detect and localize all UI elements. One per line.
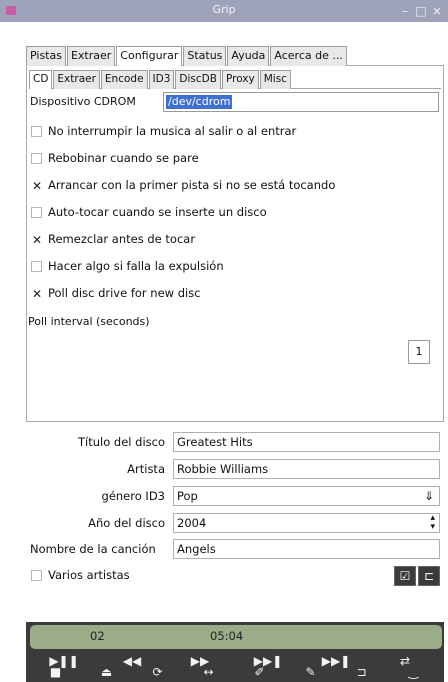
minimize-button[interactable]: – [398, 4, 412, 18]
option-checkbox-7[interactable]: ✕ [31, 288, 43, 300]
subtab-proxy[interactable]: Proxy [221, 70, 259, 89]
subtab-extraer[interactable]: Extraer [53, 70, 100, 89]
option-label-2: Rebobinar cuando se pare [48, 151, 199, 165]
genre-select[interactable]: Pop ⇓ [173, 486, 440, 506]
tab-ayuda[interactable]: Ayuda [227, 46, 270, 66]
toggle-view-icon[interactable]: ⊐ [336, 663, 387, 682]
poll-interval-label: Poll interval (seconds) [28, 315, 150, 328]
disc-title-label: Título del disco [78, 435, 165, 449]
tab-status[interactable]: Status [183, 46, 227, 66]
year-field[interactable]: 2004 ▴ ▾ [173, 513, 440, 533]
track-time: 05:04 [210, 629, 244, 643]
window-title: Grip [212, 3, 236, 16]
option-label-3: Arrancar con la primer pista si no se es… [48, 178, 336, 192]
song-name-field[interactable]: Angels [173, 539, 440, 559]
subtab-misc[interactable]: Misc [259, 70, 291, 89]
repeat-icon[interactable]: ⟳ [132, 663, 183, 682]
eject-icon[interactable]: ⏏ [81, 663, 132, 682]
artist-field[interactable]: Robbie Williams [173, 459, 440, 479]
spinner-arrows-icon: ▴ ▾ [430, 513, 435, 532]
track-number: 02 [90, 629, 105, 643]
stop-icon[interactable]: ■ [30, 663, 81, 682]
option-checkbox-1[interactable] [31, 126, 42, 137]
genre-value: Pop [177, 489, 198, 503]
tab-extraer[interactable]: Extraer [66, 46, 116, 66]
option-label-1: No interrumpir la musica al salir o al e… [48, 124, 297, 138]
option-label-5: Remezclar antes de tocar [48, 232, 196, 246]
tab-configurar[interactable]: Configurar [116, 46, 183, 66]
option-checkbox-5[interactable]: ✕ [31, 234, 43, 246]
year-value: 2004 [177, 516, 207, 530]
minimize-player-icon[interactable]: ‿ [387, 663, 440, 682]
device-label: Dispositivo CDROM [30, 95, 136, 108]
option-checkbox-2[interactable] [31, 153, 42, 164]
option-label-6: Hacer algo si falla la expulsión [48, 259, 224, 273]
tab-acerca-de[interactable]: Acerca de ... [270, 46, 347, 66]
playlist-icon[interactable]: ↔ [183, 663, 234, 682]
device-value: /dev/cdrom [166, 95, 233, 109]
disc-title-field[interactable]: Greatest Hits [173, 432, 440, 452]
subtab-encode[interactable]: Encode [100, 70, 148, 89]
maximize-button[interactable]: □ [414, 4, 428, 18]
dropdown-arrow-icon: ⇓ [423, 489, 434, 503]
song-name-label: Nombre de la canción [30, 542, 156, 556]
option-checkbox-3[interactable]: ✕ [31, 180, 43, 192]
subtab-discdb[interactable]: DiscDB [175, 70, 221, 89]
subtab-id3[interactable]: ID3 [148, 70, 175, 89]
option-checkbox-6[interactable] [31, 261, 42, 272]
close-button[interactable]: × [430, 4, 444, 18]
various-artists-label: Varios artistas [48, 568, 130, 582]
device-input[interactable]: /dev/cdrom [163, 92, 439, 112]
discdb-icon[interactable]: ✎ [285, 663, 336, 682]
main-tabs: Pistas Extraer Configurar Status Ayuda A… [26, 46, 348, 66]
option-label-4: Auto-tocar cuando se inserte un disco [48, 205, 267, 219]
artist-label: Artista [127, 462, 165, 476]
toggle-panel-icon[interactable]: ⊏ [418, 566, 440, 586]
various-artists-checkbox[interactable] [31, 570, 42, 581]
edit-disc-icon[interactable]: ☑ [394, 566, 416, 586]
subtab-cd[interactable]: CD [29, 70, 53, 89]
config-sub-tabs: CD Extraer Encode ID3 DiscDB Proxy Misc [29, 70, 292, 89]
option-label-7: Poll disc drive for new disc [48, 286, 201, 300]
tab-pistas[interactable]: Pistas [26, 46, 66, 66]
genre-label: género ID3 [101, 489, 165, 503]
edit-icon[interactable]: ✐ [234, 663, 285, 682]
option-checkbox-4[interactable] [31, 207, 42, 218]
year-label: Año del disco [88, 516, 165, 530]
poll-interval-spinner[interactable]: 1 [408, 340, 430, 364]
